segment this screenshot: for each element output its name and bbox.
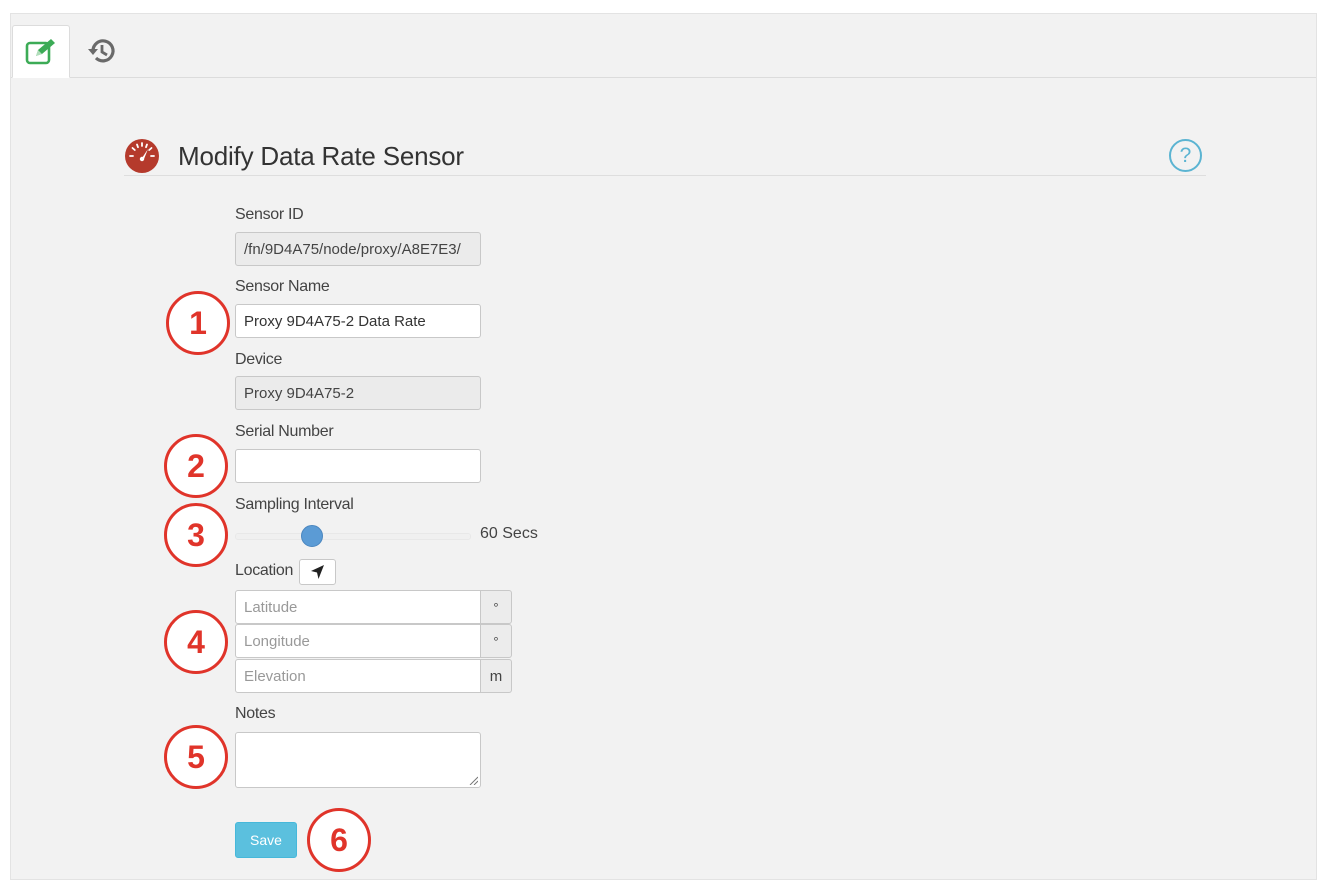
page-title: Modify Data Rate Sensor (178, 141, 464, 171)
elevation-input[interactable]: Elevation (235, 659, 481, 693)
annotation-marker-4: 4 (164, 610, 228, 674)
latitude-input[interactable]: Latitude (235, 590, 481, 624)
locate-button[interactable] (299, 559, 336, 585)
tab-history[interactable] (73, 25, 131, 77)
save-button[interactable]: Save (235, 822, 297, 858)
longitude-unit: ° (481, 624, 512, 658)
device-label: Device (235, 351, 283, 368)
annotation-marker-2: 2 (164, 434, 228, 498)
editor-panel: Modify Data Rate Sensor ? Sensor ID /fn/… (10, 13, 1317, 880)
elevation-placeholder: Elevation (244, 667, 306, 685)
sampling-interval-label: Sampling Interval (235, 496, 354, 513)
annotation-marker-1: 1 (166, 291, 230, 355)
notes-textarea[interactable] (235, 732, 481, 788)
latitude-unit: ° (481, 590, 512, 624)
tab-edit[interactable] (12, 25, 70, 78)
serial-number-input[interactable] (235, 449, 481, 483)
serial-number-label: Serial Number (235, 423, 334, 440)
sensor-name-label: Sensor Name (235, 278, 330, 295)
annotation-marker-6: 6 (307, 808, 371, 872)
tab-bar (11, 14, 1316, 78)
device-field: Proxy 9D4A75-2 (235, 376, 481, 410)
sensor-id-label: Sensor ID (235, 206, 304, 223)
elevation-unit: m (481, 659, 512, 693)
sampling-interval-slider[interactable] (235, 533, 471, 540)
edit-icon (25, 38, 55, 64)
sampling-interval-value: 60 Secs (480, 525, 538, 542)
help-icon[interactable]: ? (1169, 139, 1202, 172)
annotation-marker-5: 5 (164, 725, 228, 789)
resize-grip-icon[interactable] (469, 776, 478, 785)
notes-label: Notes (235, 705, 276, 722)
gauge-icon (125, 139, 159, 173)
location-arrow-icon (310, 565, 324, 579)
title-divider (124, 175, 1206, 176)
sensor-name-input[interactable]: Proxy 9D4A75-2 Data Rate (235, 304, 481, 338)
slider-handle[interactable] (301, 525, 324, 547)
latitude-placeholder: Latitude (244, 598, 298, 616)
sensor-id-field: /fn/9D4A75/node/proxy/A8E7E3/ (235, 232, 481, 266)
longitude-input[interactable]: Longitude (235, 624, 481, 658)
annotation-marker-3: 3 (164, 503, 228, 567)
longitude-placeholder: Longitude (244, 632, 310, 650)
location-label: Location (235, 562, 294, 579)
history-icon (88, 39, 115, 63)
